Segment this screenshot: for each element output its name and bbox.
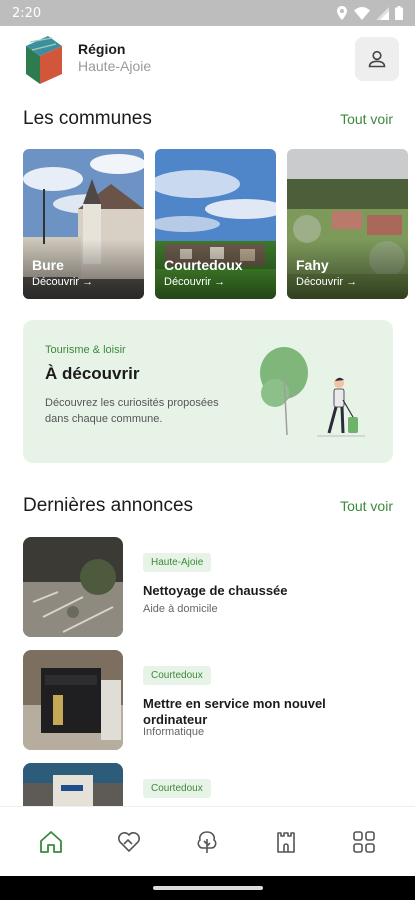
announcement-thumbnail: [23, 763, 123, 806]
announcement-badge: Courtedoux: [143, 666, 211, 685]
announcement-badge: Courtedoux: [143, 779, 211, 798]
location-icon: [337, 6, 347, 20]
status-icons: [336, 6, 403, 20]
announcement-thumbnail: [23, 650, 123, 750]
grid-icon: [353, 830, 375, 853]
nav-home[interactable]: [29, 820, 73, 864]
signal-icon: [376, 6, 389, 20]
home-icon: [40, 830, 62, 853]
commune-card-courtedoux[interactable]: Courtedoux Découvrir →: [155, 149, 276, 299]
announcement-title: Mettre en service mon nouvel ordinateur: [143, 696, 326, 727]
announcements-see-all-link[interactable]: Tout voir: [340, 498, 393, 514]
handshake-heart-icon: [118, 831, 141, 852]
commune-name: Bure: [32, 257, 64, 273]
nav-services[interactable]: [107, 820, 151, 864]
announcement-thumbnail: [23, 537, 123, 637]
commune-name: Courtedoux: [164, 257, 243, 273]
announcement-item[interactable]: Courtedoux: [23, 763, 393, 806]
nav-more[interactable]: [342, 820, 386, 864]
app-header: Région Haute-Ajoie: [0, 26, 415, 96]
commune-card-fahy[interactable]: Fahy Découvrir →: [287, 149, 408, 299]
region-logo: [26, 36, 62, 84]
person-icon: [368, 50, 386, 68]
commune-discover-link[interactable]: Découvrir →: [32, 276, 93, 288]
announcement-category: Informatique: [143, 726, 205, 738]
tree-icon: [197, 830, 217, 853]
traveler-illustration: [260, 347, 365, 437]
commune-discover-link[interactable]: Découvrir →: [164, 276, 225, 288]
announcement-badge: Haute-Ajoie: [143, 553, 212, 572]
nav-heritage[interactable]: [264, 820, 308, 864]
status-bar: 2:20: [0, 0, 415, 26]
bottom-navigation: [0, 806, 415, 876]
system-gesture-bar: [0, 876, 415, 900]
commune-discover-link[interactable]: Découvrir →: [296, 276, 357, 288]
announcement-title: Nettoyage de chaussée: [143, 583, 288, 598]
announcements-section-header: Dernières annonces Tout voir: [23, 495, 393, 517]
region-title: Région: [78, 41, 126, 57]
commune-card-bure[interactable]: Bure Découvrir →: [23, 149, 144, 299]
castle-tower-icon: [276, 831, 295, 853]
announcements-title: Dernières annonces: [23, 495, 194, 516]
discover-card[interactable]: Tourisme & loisir À découvrir Découvrez …: [23, 320, 393, 463]
announcement-item[interactable]: Haute-Ajoie Nettoyage de chaussée Aide à…: [23, 537, 393, 637]
home-gesture-handle[interactable]: [152, 886, 263, 890]
profile-button[interactable]: [355, 37, 399, 81]
announcement-item[interactable]: Courtedoux Mettre en service mon nouvel …: [23, 650, 393, 750]
communes-carousel[interactable]: Bure Découvrir → Courtedoux Découvrir →: [23, 149, 415, 301]
discover-tag: Tourisme & loisir: [45, 344, 126, 356]
wifi-icon: [354, 6, 370, 20]
commune-name: Fahy: [296, 257, 329, 273]
status-time: 2:20: [12, 5, 42, 21]
nav-leisure[interactable]: [185, 820, 229, 864]
discover-description: Découvrez les curiosités proposées dans …: [45, 397, 219, 425]
region-subtitle: Haute-Ajoie: [78, 58, 152, 74]
communes-section-header: Les communes Tout voir: [23, 108, 393, 130]
discover-title: À découvrir: [45, 364, 140, 383]
battery-icon: [395, 6, 403, 20]
communes-title: Les communes: [23, 108, 152, 129]
announcement-category: Aide à domicile: [143, 603, 218, 615]
communes-see-all-link[interactable]: Tout voir: [340, 111, 393, 127]
